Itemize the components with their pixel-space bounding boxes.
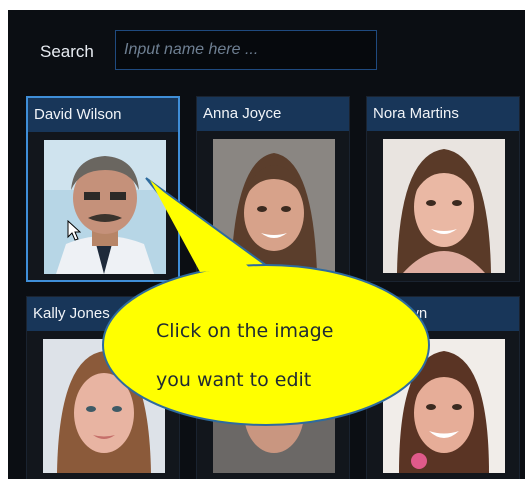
person-name: y Brown	[367, 297, 519, 331]
person-name: David Wilson	[28, 98, 178, 132]
person-card-anna-joyce[interactable]: Anna Joyce	[196, 96, 350, 282]
person-card-david-wilson[interactable]: David Wilson	[26, 96, 180, 282]
mouse-cursor-icon	[67, 220, 81, 241]
person-photo[interactable]	[44, 140, 166, 274]
person-photo[interactable]	[213, 139, 335, 273]
person-card-brown[interactable]: y Brown	[366, 296, 520, 479]
search-label: Search	[40, 42, 94, 61]
person-photo[interactable]	[383, 139, 505, 273]
person-card-kally-jones[interactable]: Kally Jones	[26, 296, 180, 479]
search-input[interactable]	[115, 30, 377, 70]
person-photo[interactable]	[213, 339, 335, 473]
person-name: Anna Joyce	[197, 97, 349, 131]
person-photo[interactable]	[383, 339, 505, 473]
person-card-5[interactable]	[196, 296, 350, 479]
person-name: Kally Jones	[27, 297, 179, 331]
person-photo[interactable]	[43, 339, 165, 473]
person-name: Nora Martins	[367, 97, 519, 131]
person-name	[197, 297, 349, 331]
face-gallery-panel: Search David Wilson Anna Joyce	[8, 10, 525, 479]
person-card-nora-martins[interactable]: Nora Martins	[366, 96, 520, 282]
